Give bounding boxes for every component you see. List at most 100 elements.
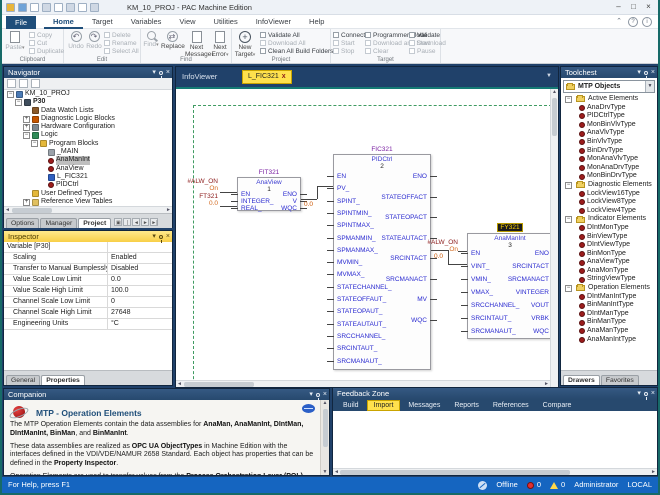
feedback-tab-messages[interactable]: Messages	[402, 401, 446, 410]
ribbon-tab-infoviewer[interactable]: InfoViewer	[247, 15, 300, 29]
toolchest-item[interactable]: AnaManIntType	[561, 336, 657, 345]
copy-button[interactable]: Copy	[29, 32, 64, 40]
ribbon-tab-view[interactable]: View	[170, 15, 204, 29]
toolchest-item[interactable]: LockView16Type	[561, 190, 657, 199]
save-all-icon[interactable]	[42, 3, 51, 12]
fbd-block-fit321[interactable]: FIT321AnaView1ENINTEGER_REAL_ENOVWQC	[237, 177, 301, 211]
toolchest-item[interactable]: StringViewType	[561, 275, 657, 284]
rename-button[interactable]: Rename	[104, 40, 139, 48]
nav-view1-icon[interactable]	[7, 79, 16, 88]
infoviewer-panel-title[interactable]: InfoViewer	[182, 72, 217, 81]
doc-tab-list-icon[interactable]: ▼	[546, 73, 552, 79]
inspector-tab-properties[interactable]: Properties	[41, 375, 85, 385]
feedback-hscrollbar[interactable]: ◄►	[333, 468, 657, 475]
pause-button[interactable]: Pause	[409, 48, 446, 56]
clean-all-button[interactable]: Clean All Build Folders	[260, 48, 333, 56]
toolchest-item[interactable]: MonAnaVlvType	[561, 155, 657, 164]
toolchest-item[interactable]: AnaDrvType	[561, 104, 657, 113]
toolchest-item[interactable]: BinManType	[561, 318, 657, 327]
delete-button[interactable]: Delete	[104, 32, 139, 40]
toolchest-item[interactable]: BinDrvType	[561, 147, 657, 156]
expand-icon[interactable]: +	[23, 199, 30, 206]
canvas-vscrollbar[interactable]: ▲	[550, 89, 558, 387]
collapse-icon[interactable]: −	[31, 140, 38, 147]
open-project-icon[interactable]	[18, 3, 27, 12]
next-error-button[interactable]: Next Error▾	[209, 31, 231, 58]
navigator-menu-icon[interactable]: ▾	[152, 67, 156, 78]
ribbon-tab-target[interactable]: Target	[83, 15, 122, 29]
tree-item[interactable]: −Logic	[4, 131, 172, 139]
tree-item[interactable]: PIDCtrl	[4, 181, 172, 189]
toolchest-item[interactable]: AnaViewType	[561, 258, 657, 267]
feedback-tab-build[interactable]: Build	[337, 401, 365, 410]
fbd-block-fy321[interactable]: FY321AnaManInt3ENVINT_VMIN_VMAX_SRCCHANN…	[467, 233, 553, 339]
collapse-icon[interactable]: −	[565, 96, 572, 103]
download-all-button[interactable]: Download All	[260, 40, 333, 48]
ribbon-tab-variables[interactable]: Variables	[122, 15, 171, 29]
drawer-select[interactable]: MTP Objects ▼	[563, 80, 655, 93]
companion-menu-icon[interactable]: ▾	[309, 389, 313, 400]
inspector-row[interactable]: Channel Scale High Limit27648	[4, 308, 172, 319]
property-value[interactable]: Enabled	[108, 253, 172, 263]
tree-item[interactable]: AnaManInt	[4, 156, 172, 164]
search-help-icon[interactable]: ?	[628, 17, 638, 27]
tree-item[interactable]: +Diagnostic Logic Blocks	[4, 115, 172, 123]
validate-button[interactable]: Validate	[409, 32, 446, 40]
toolchest-pin-icon[interactable]	[644, 71, 648, 75]
toolchest-item[interactable]: BinMonType	[561, 250, 657, 259]
toolchest-item[interactable]: AnaVlvType	[561, 129, 657, 138]
tree-item[interactable]: −KM_10_PROJ	[4, 90, 172, 98]
connect-button[interactable]: Connect	[333, 32, 365, 40]
toolchest-folder[interactable]: −Operation Elements	[561, 284, 657, 293]
canvas-hscrollbar[interactable]: ◄►	[176, 380, 550, 387]
undo-quick-icon[interactable]	[54, 3, 63, 12]
toolchest-item[interactable]: BinVlvType	[561, 138, 657, 147]
ribbon-tab-help[interactable]: Help	[300, 15, 333, 29]
toolchest-item[interactable]: AnaMonType	[561, 267, 657, 276]
toolchest-item[interactable]: PIDCtrlType	[561, 112, 657, 121]
navigator-tab-options[interactable]: Options	[6, 218, 39, 228]
next-message-button[interactable]: Next Message▾	[185, 31, 208, 58]
toolchest-item[interactable]: BinViewType	[561, 233, 657, 242]
companion-pin-icon[interactable]	[316, 393, 320, 397]
tree-item[interactable]: −P30	[4, 98, 172, 106]
toolchest-item[interactable]: MonBinVlvType	[561, 121, 657, 130]
navigator-close-icon[interactable]: ×	[166, 67, 170, 78]
info-icon[interactable]: i	[642, 17, 652, 27]
tab-scroll-buttons[interactable]: ▣|◄◄►►|	[114, 218, 158, 228]
paste-button[interactable]: Paste▾	[3, 31, 27, 51]
collapse-icon[interactable]: −	[7, 91, 14, 98]
doc-tab-close-icon[interactable]: x	[282, 73, 286, 80]
print-icon[interactable]	[78, 3, 87, 12]
inspector-row[interactable]: Value Scale Low Limit0.0	[4, 275, 172, 286]
property-value[interactable]: °C	[108, 319, 172, 329]
toolchest-folder[interactable]: −Diagnostic Elements	[561, 181, 657, 190]
toolchest-tab-drawers[interactable]: Drawers	[563, 375, 600, 385]
feedback-tab-reports[interactable]: Reports	[448, 401, 485, 410]
companion-vscrollbar[interactable]: ▲▼	[320, 400, 329, 475]
inspector-close-icon[interactable]: ×	[166, 231, 170, 242]
fbd-block-fic321[interactable]: FIC321PIDCtrl2ENPV_SPINT_SPINTMIN_SPINTM…	[333, 154, 431, 370]
fbd-canvas[interactable]: FIT321AnaView1ENINTEGER_REAL_ENOVWQC FIC3…	[176, 87, 558, 387]
tree-item[interactable]: −Program Blocks	[4, 140, 172, 148]
feedback-menu-icon[interactable]: ▾	[637, 388, 641, 399]
collapse-icon[interactable]: −	[565, 285, 572, 292]
toolchest-item[interactable]: MonBinDrvType	[561, 172, 657, 181]
inspector-pin-icon[interactable]	[159, 235, 163, 239]
tree-item[interactable]: +Reference View Tables	[4, 198, 172, 206]
toolchest-item[interactable]: DIntViewType	[561, 241, 657, 250]
new-target-button[interactable]: + New Target▾	[233, 31, 257, 58]
toolchest-folder[interactable]: −Active Elements	[561, 95, 657, 104]
toolchest-item[interactable]: MonAnaDrvType	[561, 164, 657, 173]
tree-item[interactable]: Data Watch Lists	[4, 107, 172, 115]
toolchest-close-icon[interactable]: ×	[651, 67, 655, 78]
navigator-hscrollbar[interactable]: ◄►	[4, 206, 172, 213]
collapse-icon[interactable]: −	[23, 132, 30, 139]
property-value[interactable]: 0	[108, 297, 172, 307]
tree-item[interactable]: L_FIC321	[4, 173, 172, 181]
collapse-ribbon-icon[interactable]: ⌃	[614, 17, 624, 27]
navigator-tab-project[interactable]: Project	[78, 218, 111, 228]
inspector-row[interactable]: Engineering Units°C	[4, 319, 172, 330]
nav-view2-icon[interactable]	[19, 79, 28, 88]
ribbon-tab-utilities[interactable]: Utilities	[205, 15, 247, 29]
